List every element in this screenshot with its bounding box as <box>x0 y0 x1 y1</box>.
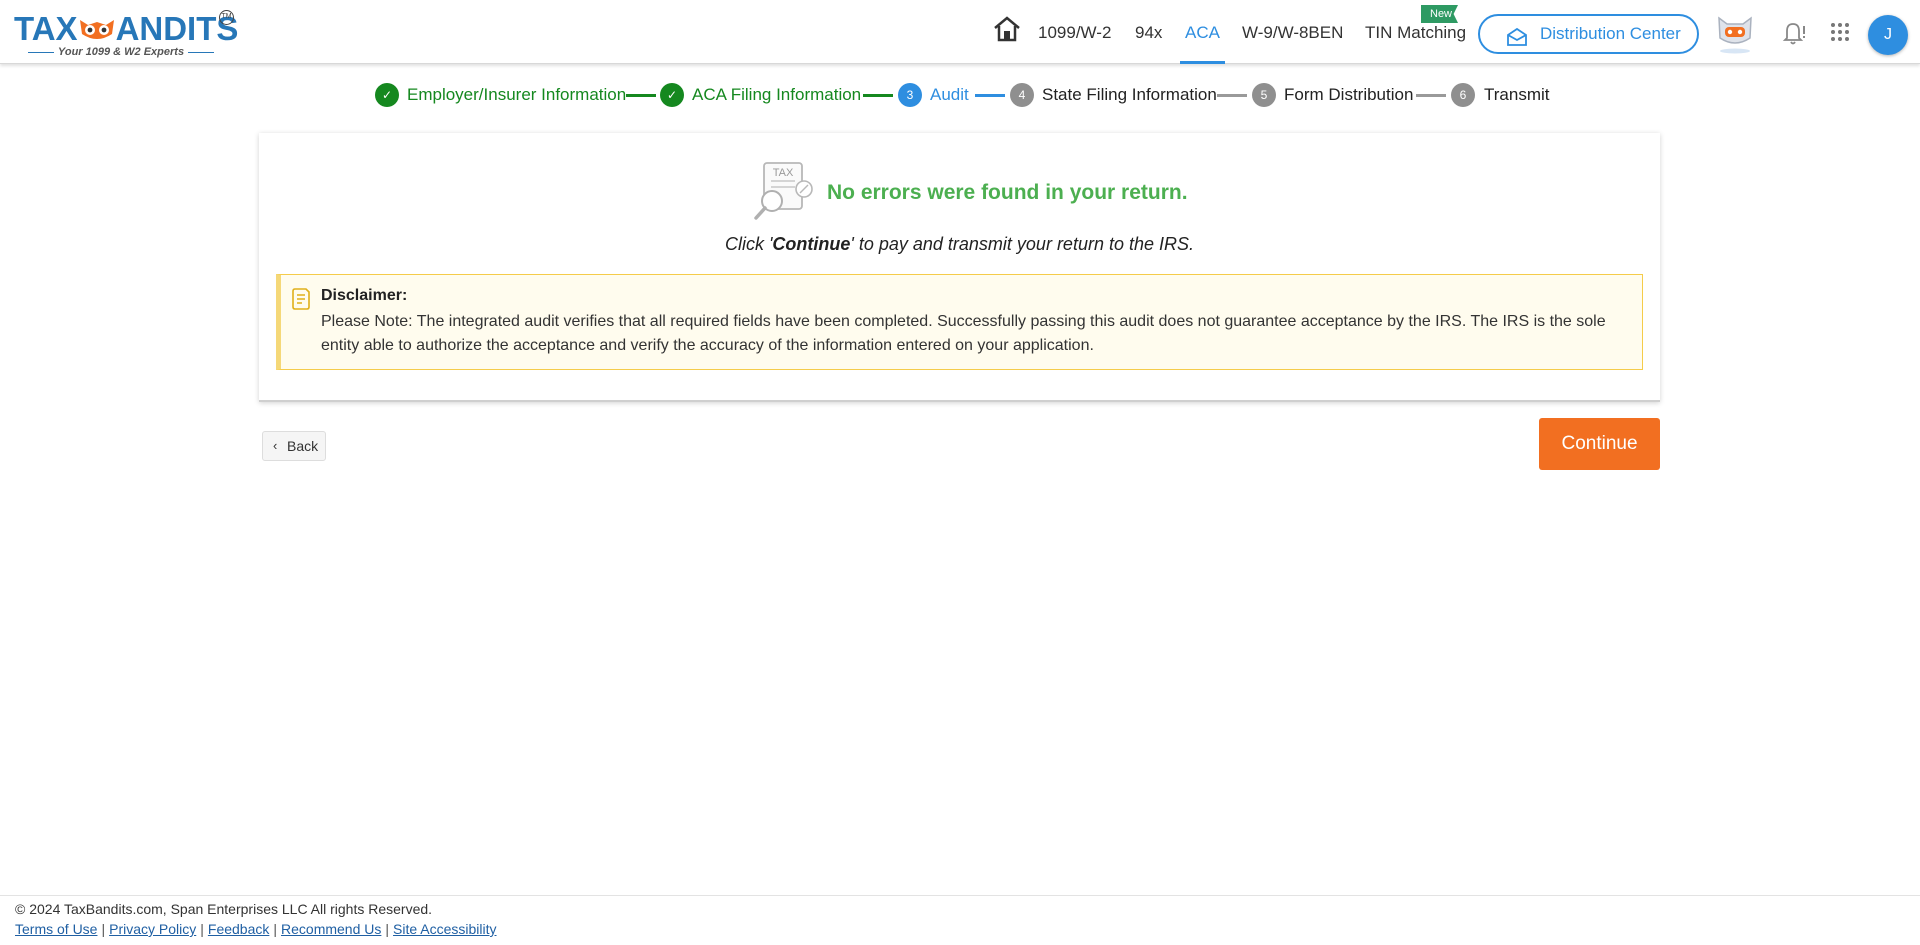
assistant-bot-icon[interactable] <box>1713 12 1757 54</box>
audit-result-card: TAX No errors were found in your return.… <box>259 133 1660 402</box>
step-state-filing-information: State Filing Information <box>1042 85 1217 104</box>
page-footer: © 2024 TaxBandits.com, Span Enterprises … <box>0 895 1920 945</box>
nav-1099-w2[interactable]: 1099/W-2 <box>1038 0 1111 64</box>
step-3-number: 3 <box>898 83 922 107</box>
new-badge: New <box>1421 5 1459 23</box>
link-separator: | <box>385 921 390 937</box>
feedback-link[interactable]: Feedback <box>208 921 269 937</box>
step-connector <box>975 94 1005 97</box>
copyright-text: © 2024 TaxBandits.com, Span Enterprises … <box>15 901 433 917</box>
link-separator: | <box>273 921 278 937</box>
tax-icon-label: TAX <box>773 167 794 179</box>
apps-grid-icon[interactable] <box>1830 22 1850 42</box>
step-1-check-icon: ✓ <box>375 83 399 107</box>
top-header: TAX ANDITS TM Your 1099 & W2 Experts 109… <box>0 0 1920 64</box>
footer-links: Terms of Use | Privacy Policy | Feedback | Rec… <box>15 921 497 937</box>
step-transmit: Transmit <box>1484 85 1550 104</box>
site-accessibility-link[interactable]: Site Accessibility <box>393 921 496 937</box>
disclaimer-note-icon <box>291 287 311 311</box>
step-connector <box>1416 94 1446 97</box>
step-connector <box>863 94 893 97</box>
link-separator: | <box>101 921 106 937</box>
recommend-us-link[interactable]: Recommend Us <box>281 921 381 937</box>
step-2-check-icon: ✓ <box>660 83 684 107</box>
continue-instruction: Click 'Continue' to pay and transmit you… <box>259 234 1660 255</box>
trademark-mark: TM <box>219 10 234 25</box>
step-6-number: 6 <box>1451 83 1475 107</box>
user-avatar[interactable]: J <box>1868 15 1908 55</box>
tax-audit-icon: TAX <box>750 161 816 223</box>
home-icon[interactable] <box>992 14 1022 44</box>
distribution-center-button[interactable]: Distribution Center <box>1478 14 1699 54</box>
step-employer-insurer-information[interactable]: Employer/Insurer Information <box>407 84 626 106</box>
no-errors-message: No errors were found in your return. <box>827 181 1188 204</box>
instruction-continue-word: Continue <box>772 234 851 254</box>
instruction-prefix: Click ' <box>724 234 773 254</box>
back-button-label: Back <box>287 438 319 454</box>
privacy-policy-link[interactable]: Privacy Policy <box>109 921 196 937</box>
disclaimer-title: Disclaimer: <box>321 287 408 304</box>
step-aca-filing-information[interactable]: ACA Filing Information <box>692 84 861 106</box>
nav-94x[interactable]: 94x <box>1135 0 1162 64</box>
notification-bell-icon[interactable] <box>1781 20 1807 46</box>
logo-wordmark: TAX ANDITS <box>14 10 238 48</box>
disclaimer-text: Please Note: The integrated audit verifi… <box>321 313 1606 354</box>
nav-w9-w8ben[interactable]: W-9/W-8BEN <box>1242 0 1343 64</box>
logo-text-left: TAX <box>14 10 78 47</box>
continue-button[interactable]: Continue <box>1539 418 1660 470</box>
chevron-left-icon: ‹ <box>273 438 278 453</box>
taxbandits-logo[interactable]: TAX ANDITS TM Your 1099 & W2 Experts <box>14 8 244 60</box>
step-connector <box>626 94 656 97</box>
filing-progress-stepper: ✓ Employer/Insurer Information ✓ ACA Fil… <box>0 82 1920 108</box>
instruction-suffix: ' to pay and transmit your return to the… <box>850 234 1195 254</box>
back-button[interactable]: ‹ Back <box>262 431 326 461</box>
step-audit[interactable]: Audit <box>930 84 969 106</box>
terms-of-use-link[interactable]: Terms of Use <box>15 921 97 937</box>
step-connector <box>1217 94 1247 97</box>
envelope-icon <box>1506 24 1528 46</box>
nav-aca[interactable]: ACA <box>1180 0 1225 64</box>
owl-logo-icon <box>78 12 116 39</box>
step-4-number: 4 <box>1010 83 1034 107</box>
link-separator: | <box>200 921 204 937</box>
step-form-distribution: Form Distribution <box>1284 85 1414 104</box>
disclaimer-box: Disclaimer: Please Note: The integrated … <box>276 274 1643 370</box>
step-5-number: 5 <box>1252 83 1276 107</box>
distribution-center-label: Distribution Center <box>1540 24 1681 43</box>
logo-tagline: Your 1099 & W2 Experts <box>14 46 228 58</box>
